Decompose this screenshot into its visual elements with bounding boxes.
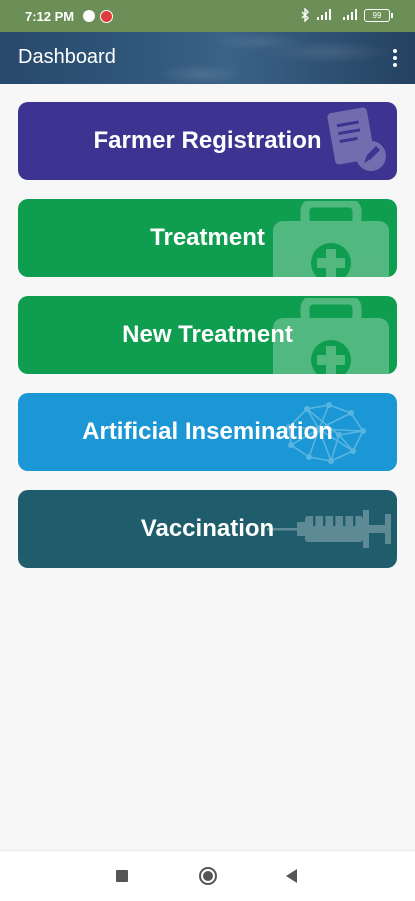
battery-level: 99 — [372, 10, 382, 20]
signal-icon — [317, 9, 331, 20]
skype-icon — [83, 10, 95, 22]
opera-icon — [100, 10, 113, 23]
overflow-menu-button[interactable] — [385, 44, 405, 72]
more-vertical-icon-dot — [393, 56, 397, 60]
status-bar: 7:12 PM 99 — [0, 0, 415, 32]
more-vertical-icon — [393, 49, 397, 53]
home-icon[interactable] — [199, 867, 217, 885]
card-label: New Treatment — [122, 321, 293, 348]
status-indicators: 99 — [301, 8, 393, 22]
card-label: Treatment — [150, 224, 265, 251]
artificial-insemination-button[interactable]: Artificial Insemination — [18, 393, 397, 471]
more-vertical-icon-dot — [393, 63, 397, 67]
signal-icon-2 — [343, 9, 357, 20]
back-icon[interactable] — [286, 869, 297, 883]
card-label: Farmer Registration — [93, 127, 322, 154]
new-treatment-button[interactable]: New Treatment — [18, 296, 397, 374]
card-label: Vaccination — [140, 515, 275, 542]
system-nav-bar — [0, 850, 415, 901]
bluetooth-icon — [301, 8, 309, 22]
battery-icon: 99 — [364, 8, 393, 22]
treatment-button[interactable]: Treatment — [18, 199, 397, 277]
status-time: 7:12 PM — [25, 9, 75, 24]
app-bar: Dashboard — [0, 32, 415, 84]
page-title: Dashboard — [18, 46, 116, 68]
vaccination-button[interactable]: Vaccination — [18, 490, 397, 568]
card-label: Artificial Insemination — [82, 418, 333, 445]
recents-icon[interactable] — [116, 870, 128, 882]
farmer-registration-button[interactable]: Farmer Registration — [18, 102, 397, 180]
